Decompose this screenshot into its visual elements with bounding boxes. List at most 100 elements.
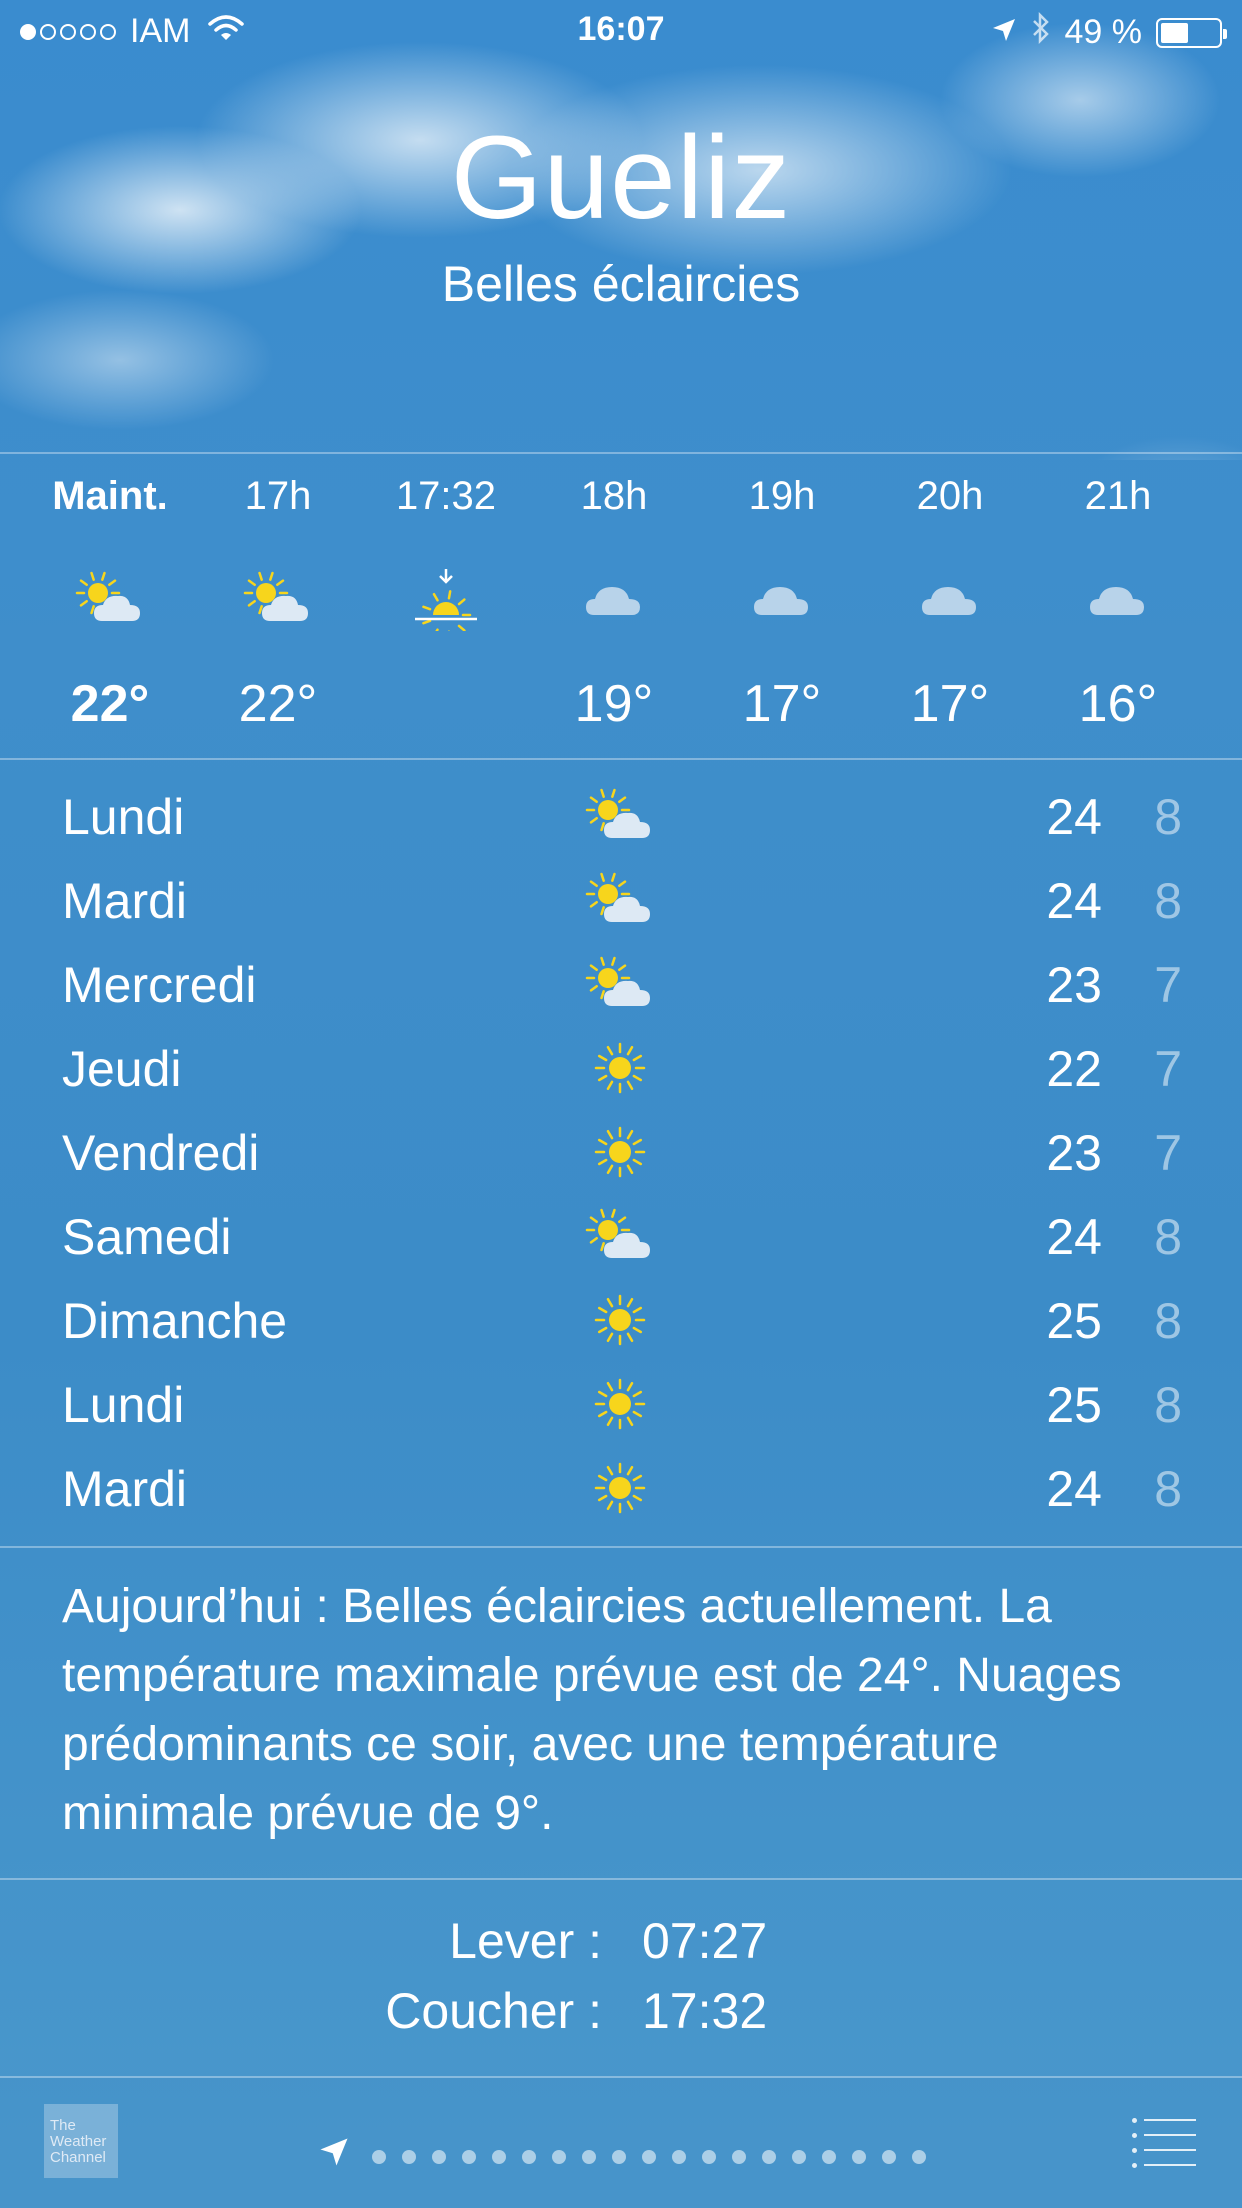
status-bar: IAM 16:07 49 % — [0, 0, 1242, 60]
page-dot[interactable] — [642, 2149, 656, 2164]
hourly-forecast[interactable]: Maint. 22° 17h 22° 17:32 18h 19° 19h 17°… — [0, 456, 1242, 756]
page-dot[interactable] — [852, 2149, 866, 2164]
daily-row: Mardi 24 8 — [0, 1448, 1242, 1532]
sunset-label: Coucher : — [385, 1983, 602, 2039]
day-name: Samedi — [62, 1209, 232, 1265]
sun-icon — [580, 1036, 660, 1100]
bottom-bar: The Weather Channel — [0, 2078, 1242, 2208]
page-dot[interactable] — [402, 2149, 416, 2164]
location-arrow-icon — [991, 13, 1017, 52]
hourly-temperature: 22° — [70, 675, 150, 733]
battery-percent: 49 % — [1064, 13, 1143, 51]
hourly-item: 17:32 — [362, 456, 530, 756]
low-temperature: 8 — [1154, 1209, 1182, 1265]
hourly-temperature: 17° — [742, 675, 822, 733]
daily-forecast[interactable]: Lundi 24 8 Mardi 24 8 Mercredi 23 7 Jeud… — [0, 776, 1242, 1532]
high-temperature: 24 — [1046, 873, 1102, 929]
partly-sunny-icon — [26, 564, 194, 634]
hourly-temperature: 19° — [574, 675, 654, 733]
city-name: Gueliz — [450, 112, 792, 244]
page-dot[interactable] — [822, 2149, 836, 2164]
hourly-item: Maint. 22° — [26, 456, 194, 756]
page-dot[interactable] — [702, 2149, 716, 2164]
hourly-item: 21h 16° — [1034, 456, 1202, 756]
status-right: 49 % — [991, 11, 1227, 53]
page-dot[interactable] — [882, 2149, 896, 2164]
daily-row: Lundi 24 8 — [0, 776, 1242, 860]
hourly-time: 17h — [244, 474, 312, 518]
list-icon[interactable] — [1132, 2118, 1196, 2168]
low-temperature: 7 — [1154, 1125, 1182, 1181]
daily-row: Mercredi 23 7 — [0, 944, 1242, 1028]
daily-row: Mardi 24 8 — [0, 860, 1242, 944]
page-dot[interactable] — [732, 2149, 746, 2164]
cloud-icon — [866, 564, 1034, 634]
cloud-icon — [530, 564, 698, 634]
sun-icon — [580, 1288, 660, 1352]
page-dot[interactable] — [582, 2149, 596, 2164]
divider — [0, 758, 1242, 760]
hourly-temperature: 16° — [1078, 675, 1158, 733]
page-dot[interactable] — [462, 2149, 476, 2164]
day-name: Mardi — [62, 873, 188, 929]
day-name: Lundi — [62, 789, 185, 845]
low-temperature: 8 — [1154, 789, 1182, 845]
high-temperature: 23 — [1046, 1125, 1102, 1181]
current-location-icon — [318, 2136, 350, 2177]
day-name: Mardi — [62, 1461, 188, 1517]
day-name: Jeudi — [62, 1041, 182, 1097]
page-dot[interactable] — [432, 2149, 446, 2164]
low-temperature: 7 — [1154, 1041, 1182, 1097]
high-temperature: 23 — [1046, 957, 1102, 1013]
low-temperature: 7 — [1154, 957, 1182, 1013]
hourly-time: Maint. — [52, 474, 168, 518]
daily-row: Lundi 25 8 — [0, 1364, 1242, 1448]
hourly-item: 17h 22° — [194, 456, 362, 756]
cloud-icon — [698, 564, 866, 634]
high-temperature: 25 — [1046, 1377, 1102, 1433]
sunrise-label: Lever : — [449, 1913, 602, 1969]
hourly-time: 21h — [1084, 474, 1152, 518]
page-dot[interactable] — [522, 2149, 536, 2164]
hourly-time: 20h — [916, 474, 984, 518]
weather-channel-logo[interactable]: The Weather Channel — [44, 2104, 118, 2178]
hourly-item: 19h 17° — [698, 456, 866, 756]
daily-row: Vendredi 23 7 — [0, 1112, 1242, 1196]
divider — [0, 1546, 1242, 1548]
high-temperature: 24 — [1046, 789, 1102, 845]
hourly-temperature: 22° — [238, 675, 318, 733]
daily-row: Samedi 24 8 — [0, 1196, 1242, 1280]
cloud-icon — [1034, 564, 1202, 634]
page-dot[interactable] — [792, 2149, 806, 2164]
high-temperature: 22 — [1046, 1041, 1102, 1097]
page-dot[interactable] — [552, 2149, 566, 2164]
high-temperature: 24 — [1046, 1209, 1102, 1265]
high-temperature: 24 — [1046, 1461, 1102, 1517]
bluetooth-icon — [1031, 11, 1051, 53]
sun-icon — [580, 1120, 660, 1184]
current-condition: Belles éclaircies — [441, 256, 801, 312]
page-dot[interactable] — [912, 2149, 926, 2164]
sunrise-time: 07:27 — [642, 1913, 768, 1969]
page-dot[interactable] — [612, 2149, 626, 2164]
page-dot[interactable] — [492, 2149, 506, 2164]
partly-sunny-icon — [194, 564, 362, 634]
sun-icon — [580, 1372, 660, 1436]
battery-icon — [1156, 17, 1227, 48]
sun-icon — [580, 1456, 660, 1520]
divider — [0, 452, 1242, 454]
forecast-summary: Aujourd’hui : Belles éclaircies actuelle… — [62, 1580, 1122, 1840]
page-dot[interactable] — [672, 2149, 686, 2164]
page-indicator[interactable] — [318, 2136, 926, 2177]
day-name: Dimanche — [62, 1293, 288, 1349]
daily-row: Jeudi 22 7 — [0, 1028, 1242, 1112]
partly-sunny-icon — [580, 1204, 660, 1268]
page-dot[interactable] — [762, 2149, 776, 2164]
hourly-time: 18h — [580, 474, 648, 518]
hourly-temperature: 17° — [910, 675, 990, 733]
partly-sunny-icon — [580, 784, 660, 848]
low-temperature: 8 — [1154, 1293, 1182, 1349]
day-name: Mercredi — [62, 957, 257, 1013]
partly-sunny-icon — [580, 952, 660, 1016]
page-dot[interactable] — [372, 2149, 386, 2164]
